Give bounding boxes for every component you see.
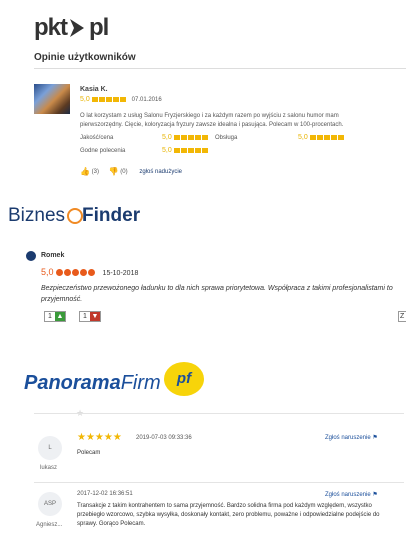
report-abuse-link[interactable]: zgłoś nadużycie (139, 169, 182, 175)
chevron-icon (70, 19, 84, 37)
review-date: 2019-07-03 09:33:36 (136, 435, 192, 441)
report-link[interactable]: Zgłoś naruszenie ⚑ (325, 491, 378, 498)
criteria-value-3: 5,0 (162, 147, 172, 154)
logo-firm: Firm (120, 372, 161, 394)
rating-circles-icon (56, 267, 96, 277)
review-rating-row: 5,0 07.01.2016 (80, 96, 162, 103)
rating-stars-icon (173, 147, 209, 154)
review-author: lukasz (40, 465, 58, 471)
dislike-count: (0) (120, 169, 128, 176)
thumbs-up-icon: 👍 (80, 167, 90, 176)
divider (34, 413, 404, 414)
logo-main: Panorama (24, 372, 121, 394)
report-link[interactable]: Zgłoś naruszenie ⚑ (325, 434, 378, 441)
downvote-count: 1 (83, 313, 87, 320)
thumbs-up-icon: ▲ (54, 312, 65, 321)
like-count: (3) (91, 169, 99, 176)
review-text: Polecam (77, 450, 101, 456)
pkt-logo-right: pl (89, 14, 109, 41)
criteria-rating-2: 5,0 (298, 134, 345, 141)
thumbs-down-icon: ▼ (89, 312, 100, 321)
criteria-rating-1: 5,0 (162, 134, 209, 141)
criteria-label-1: Jakość/cena (80, 135, 114, 141)
pf-badge: pf (164, 362, 204, 396)
rating-value: 5,0 (80, 96, 90, 103)
criteria-rating-3: 5,0 (162, 147, 209, 154)
avatar (34, 84, 70, 114)
upvote-count: 1 (48, 313, 52, 320)
divider (34, 68, 406, 69)
rating-stars-icon (309, 134, 345, 141)
biznesfinder-logo: Biznes Finder (8, 205, 140, 227)
rating-stars-icon (91, 96, 127, 103)
rating-value: 5,0 (41, 267, 54, 277)
criteria-label-3: Godne polecenia (80, 148, 126, 154)
criteria-value-2: 5,0 (298, 134, 308, 141)
logo-left: Biznes (8, 205, 66, 226)
dislike-button[interactable]: 👎 (0) (108, 167, 128, 176)
report-button[interactable]: Z (398, 311, 406, 322)
criteria-label-2: Obsługa (215, 135, 238, 141)
downvote-button[interactable]: 1 ▼ (79, 311, 101, 322)
review-date: 07.01.2016 (131, 97, 162, 103)
thumbs-down-icon: 👎 (108, 167, 119, 176)
pkt-logo-left: pkt (34, 14, 68, 41)
review-text: Transakcje z takim kontrahentem to sama … (77, 503, 380, 527)
review-date: 15-10-2018 (102, 270, 139, 277)
panoramafirm-logo: PanoramaFirm (24, 372, 161, 395)
vote-row: 👍 (3) 👎 (0) zgłoś nadużycie (80, 167, 182, 176)
section-title: Opinie użytkowników (34, 52, 136, 63)
review-author: Agniesz... (36, 522, 63, 528)
like-button[interactable]: 👍 (3) (80, 167, 99, 176)
avatar: L (38, 436, 62, 460)
logo-right: Finder (82, 205, 141, 226)
rating-stars-icon: ★★★★★ (77, 432, 122, 443)
upvote-button[interactable]: 1 ▲ (44, 311, 66, 322)
review-text: Bezpieczeństwo przewożonego ładunku to d… (41, 285, 393, 303)
review-rating-row: 5,0 15-10-2018 (41, 267, 138, 277)
review-date: 2017-12-02 16:36:51 (77, 491, 133, 497)
rating-stars-icon (173, 134, 209, 141)
avatar: ASP (38, 492, 62, 516)
user-icon (26, 251, 36, 261)
review-author: Kasia K. (80, 86, 108, 93)
divider (34, 482, 404, 483)
criteria-value-1: 5,0 (162, 134, 172, 141)
review-text: O lat korzystam z usług Salonu Fryzjersk… (80, 113, 344, 128)
pkt-logo: pkt pl (34, 14, 109, 42)
review-author: Romek (41, 252, 65, 259)
magnifier-icon (67, 208, 84, 224)
